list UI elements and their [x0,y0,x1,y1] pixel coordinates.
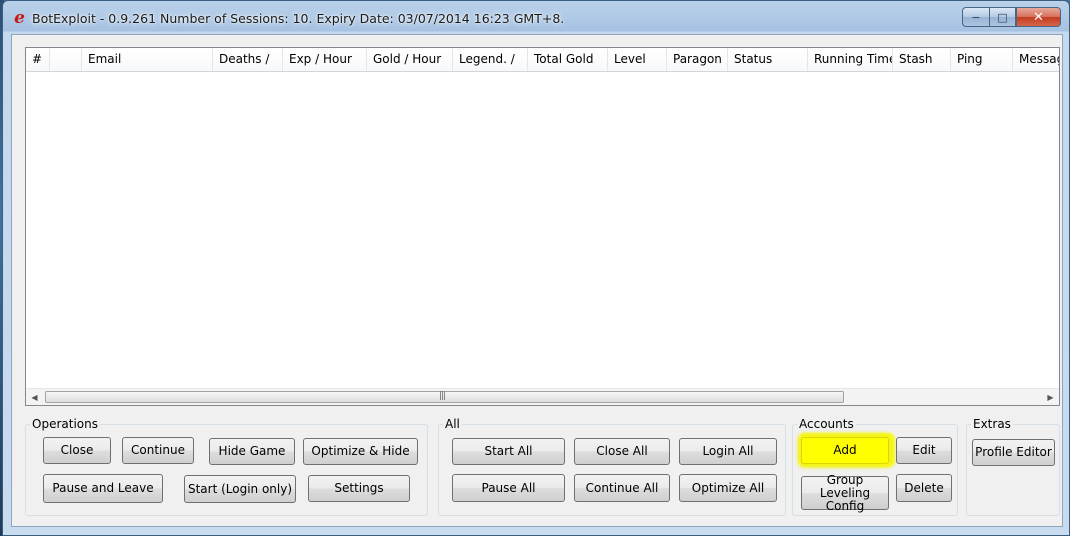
delete-account-button[interactable]: Delete [896,474,952,502]
column-header-running-time[interactable]: Running Time [808,48,893,71]
edit-account-button[interactable]: Edit [896,437,952,464]
operations-legend: Operations [32,417,98,431]
hide-game-button[interactable]: Hide Game [209,438,295,465]
optimize-hide-button[interactable]: Optimize & Hide [303,438,418,465]
login-all-button[interactable]: Login All [679,438,777,465]
scroll-right-icon[interactable]: ▶ [1042,389,1059,405]
column-header-deaths[interactable]: Deaths / [213,48,283,71]
column-header-stash[interactable]: Stash [893,48,951,71]
continue-all-button[interactable]: Continue All [574,474,670,502]
scrollbar-thumb[interactable]: ||| [45,391,844,403]
minimize-button[interactable]: − [962,7,989,27]
column-header-level[interactable]: Level [608,48,667,71]
column-header-legendary[interactable]: Legend. / [453,48,528,71]
maximize-button[interactable]: □ [989,7,1016,27]
close-button[interactable]: Close [43,437,111,464]
close-all-button[interactable]: Close All [574,438,670,465]
column-header-total-gold[interactable]: Total Gold [528,48,608,71]
main-window: e BotExploit - 0.9.261 Number of Session… [2,0,1070,536]
sessions-list[interactable]: # Email Deaths / Exp / Hour Gold / Hour … [25,47,1060,406]
optimize-all-button[interactable]: Optimize All [679,474,777,502]
add-account-button[interactable]: Add [801,437,889,464]
start-all-button[interactable]: Start All [452,438,565,465]
profile-editor-button[interactable]: Profile Editor [972,439,1055,466]
column-header-ping[interactable]: Ping [951,48,1013,71]
horizontal-scrollbar[interactable]: ◀ ||| ▶ [26,388,1059,405]
client-area: # Email Deaths / Exp / Hour Gold / Hour … [11,34,1063,527]
continue-button[interactable]: Continue [122,437,194,464]
extras-legend: Extras [973,417,1011,431]
column-header-blank[interactable] [50,48,82,71]
column-header-number[interactable]: # [26,48,50,71]
caption-buttons: − □ ✕ [962,7,1061,27]
settings-button[interactable]: Settings [308,475,410,502]
scrollbar-grip-icon: ||| [439,391,446,401]
scroll-left-icon[interactable]: ◀ [26,389,43,405]
all-legend: All [445,417,460,431]
window-title: BotExploit - 0.9.261 Number of Sessions:… [32,11,565,26]
column-header-status[interactable]: Status [728,48,808,71]
column-header-message[interactable]: Message [1013,48,1059,71]
group-leveling-config-button[interactable]: Group Leveling Config [801,473,889,512]
column-header-exp-hour[interactable]: Exp / Hour [283,48,367,71]
column-header-gold-hour[interactable]: Gold / Hour [367,48,453,71]
column-header-paragon[interactable]: Paragon [667,48,728,71]
title-bar[interactable]: e BotExploit - 0.9.261 Number of Session… [3,1,1069,35]
accounts-legend: Accounts [799,417,854,431]
start-login-only-button[interactable]: Start (Login only) [184,475,296,503]
pause-all-button[interactable]: Pause All [452,474,565,502]
pause-and-leave-button[interactable]: Pause and Leave [43,474,163,503]
list-header: # Email Deaths / Exp / Hour Gold / Hour … [26,48,1059,72]
close-window-button[interactable]: ✕ [1016,7,1061,27]
extras-group: Extras [966,417,1060,516]
column-header-email[interactable]: Email [82,48,213,71]
app-logo-icon: e [14,8,25,28]
